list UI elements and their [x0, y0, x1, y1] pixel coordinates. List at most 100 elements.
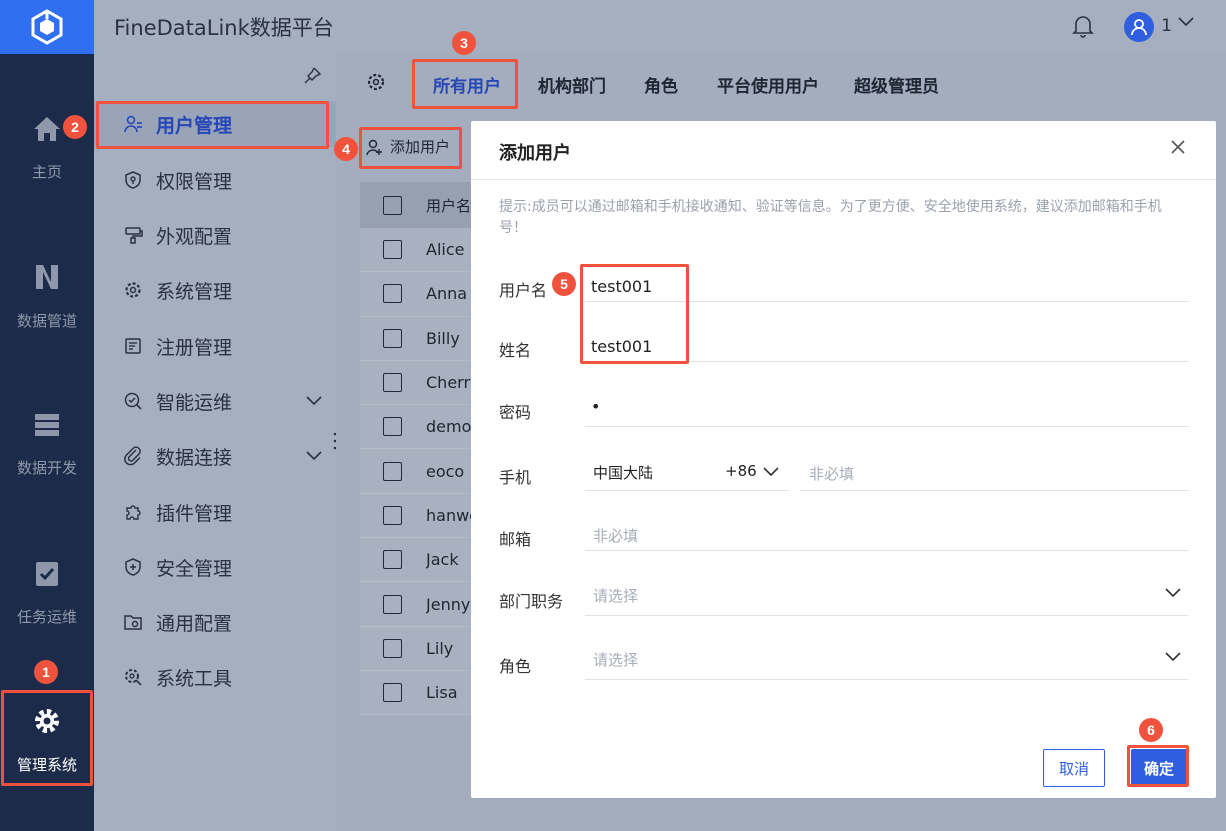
- step-badge: 6: [1139, 718, 1163, 742]
- menu-label: 系统管理: [156, 280, 233, 303]
- bell-icon[interactable]: [1072, 14, 1094, 38]
- password-input[interactable]: •: [591, 397, 600, 416]
- home-icon: [34, 116, 60, 141]
- connection-icon: [124, 446, 141, 466]
- user-name[interactable]: 1: [1161, 16, 1172, 36]
- appearance-icon: [125, 227, 143, 244]
- menu-label: 智能运维: [156, 391, 233, 414]
- dialog-hint: 提示:成员可以通过邮箱和手机接收通知、验证等信息。为了更方便、安全地使用系统，建…: [499, 199, 1162, 236]
- menu-label: 系统工具: [156, 667, 233, 690]
- rail-item-home[interactable]: 主页: [0, 98, 94, 198]
- user-avatar-icon: [1131, 19, 1147, 36]
- menu-label: 通用配置: [156, 612, 233, 635]
- settings-gear-icon[interactable]: [366, 72, 386, 92]
- chevron-down-icon[interactable]: [306, 396, 322, 406]
- password-label: 密码: [499, 403, 532, 422]
- username-cell: Lisa: [426, 683, 458, 703]
- dev-icon: [35, 413, 59, 436]
- chevron-down-icon[interactable]: [1165, 652, 1181, 662]
- pin-icon[interactable]: [302, 66, 322, 86]
- register-icon: [125, 338, 141, 354]
- chevron-down-icon[interactable]: [763, 467, 779, 477]
- username-cell: Cherry: [426, 373, 476, 393]
- plugin-icon: [126, 505, 141, 520]
- dept-select[interactable]: 请选择: [593, 585, 638, 606]
- rail-item-dev[interactable]: 数据开发: [0, 394, 94, 494]
- highlight-confirm: [1127, 745, 1189, 787]
- menu-item-system[interactable]: 系统管理: [94, 267, 336, 313]
- system-icon: [125, 282, 141, 298]
- menu-label: 数据连接: [156, 446, 233, 469]
- row-checkbox[interactable]: [383, 284, 402, 304]
- close-icon[interactable]: [1170, 139, 1186, 155]
- app-title: FineDataLink数据平台: [114, 16, 334, 40]
- rail-item-pipeline[interactable]: 数据管道: [0, 246, 94, 346]
- chevron-down-icon[interactable]: [1165, 588, 1181, 598]
- row-checkbox[interactable]: [383, 594, 402, 614]
- row-checkbox[interactable]: [383, 373, 402, 393]
- row-checkbox[interactable]: [383, 505, 402, 525]
- dialog-divider: [471, 179, 1216, 180]
- tab-roles[interactable]: 角色: [644, 72, 678, 97]
- step-badge: 5: [552, 272, 576, 296]
- role-select[interactable]: 请选择: [593, 649, 638, 670]
- tab-platform-users[interactable]: 平台使用用户: [717, 72, 819, 97]
- chevron-down-icon[interactable]: [1178, 17, 1194, 27]
- username-cell: eoco: [426, 461, 465, 481]
- username-cell: Lily: [426, 638, 454, 658]
- chevron-down-icon[interactable]: [306, 451, 322, 461]
- phone-code[interactable]: +86: [725, 462, 757, 480]
- highlight-username-name: [580, 264, 689, 364]
- username-cell: Alice: [426, 240, 465, 260]
- menu-item-tools[interactable]: 系统工具: [94, 654, 336, 700]
- rail-label-pipeline: 数据管道: [16, 311, 77, 330]
- cancel-button[interactable]: 取消: [1043, 749, 1105, 787]
- row-checkbox[interactable]: [383, 550, 402, 570]
- step-badge: 1: [34, 660, 58, 684]
- row-checkbox[interactable]: [383, 461, 402, 481]
- username-cell: Billy: [426, 328, 460, 348]
- username-label: 用户名: [499, 281, 548, 300]
- rail-item-task[interactable]: 任务运维: [0, 542, 94, 642]
- tab-super-admin[interactable]: 超级管理员: [854, 72, 939, 97]
- phone-input[interactable]: 非必填: [809, 463, 854, 484]
- menu-item-appearance[interactable]: 外观配置: [94, 212, 336, 258]
- email-input[interactable]: 非必填: [593, 525, 638, 546]
- username-cell: Jenny: [426, 594, 471, 614]
- menu-item-register[interactable]: 注册管理: [94, 323, 336, 369]
- step-badge: 4: [334, 137, 358, 161]
- tab-departments[interactable]: 机构部门: [538, 72, 606, 97]
- row-checkbox[interactable]: [383, 683, 402, 703]
- phone-region-select[interactable]: 中国大陆: [593, 462, 653, 483]
- dept-underline: [585, 615, 1188, 616]
- row-checkbox[interactable]: [383, 638, 402, 658]
- pipeline-icon: [36, 264, 58, 289]
- row-checkbox[interactable]: [383, 417, 402, 437]
- username-cell: hanwe: [426, 505, 476, 525]
- menu-item-ops[interactable]: 智能运维: [94, 378, 336, 424]
- task-icon: [36, 561, 58, 586]
- app-logo[interactable]: [0, 0, 94, 54]
- menu-item-connection[interactable]: 数据连接: [94, 433, 336, 479]
- menu-item-plugin[interactable]: 插件管理: [94, 489, 336, 535]
- ops-icon: [124, 392, 142, 410]
- name-label: 姓名: [499, 341, 532, 360]
- highlight-user-manage: [96, 101, 329, 149]
- step-badge: 2: [63, 115, 87, 139]
- phone-label: 手机: [499, 468, 532, 487]
- logo-icon: [31, 9, 63, 45]
- menu-item-permission[interactable]: 权限管理: [94, 157, 336, 203]
- phone-underline: [800, 490, 1188, 491]
- highlight-admin-system: [1, 690, 93, 786]
- menu-label: 安全管理: [156, 557, 233, 580]
- row-checkbox[interactable]: [383, 328, 402, 348]
- menu-item-security[interactable]: 安全管理: [94, 544, 336, 590]
- dept-label: 部门职务: [499, 592, 564, 611]
- select-all-checkbox[interactable]: [383, 195, 402, 215]
- menu-item-general-config[interactable]: 通用配置: [94, 599, 336, 645]
- rail-label-home: 主页: [31, 162, 62, 181]
- row-checkbox[interactable]: [383, 240, 402, 260]
- password-underline: [585, 426, 1188, 427]
- avatar[interactable]: [1124, 12, 1154, 42]
- username-cell: Jack: [426, 550, 459, 570]
